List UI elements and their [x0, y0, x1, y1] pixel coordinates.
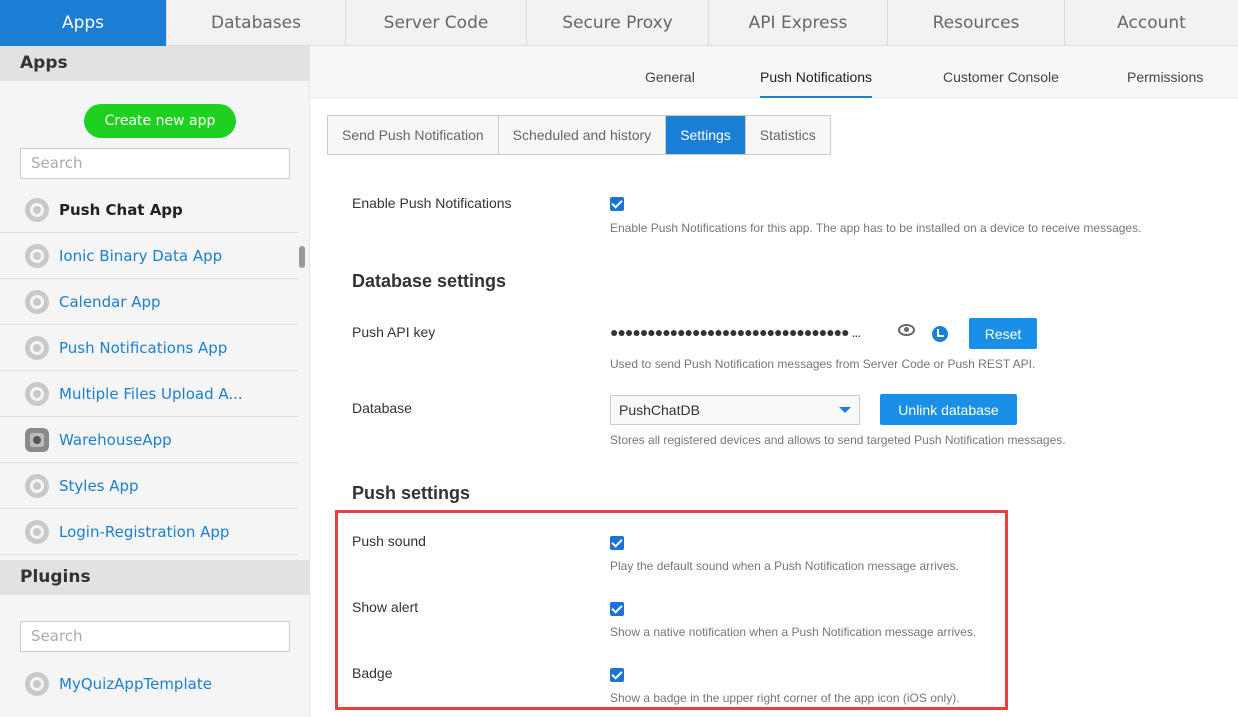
ionic-icon [25, 243, 49, 268]
ionic-icon [25, 519, 49, 544]
app-item-label: Styles App [59, 476, 139, 495]
topnav-tab-resources[interactable]: Resources [888, 0, 1065, 46]
top-navigation: Apps Databases Server Code Secure Proxy … [0, 0, 1238, 46]
topnav-tab-account[interactable]: Account [1065, 0, 1238, 46]
scrollbar-thumb[interactable] [299, 246, 305, 268]
push-api-key-label: Push API key [352, 324, 436, 340]
plugins-heading: Plugins [0, 560, 310, 595]
chevron-down-icon [839, 407, 851, 413]
apps-heading: Apps [0, 46, 310, 81]
app-item-push-notifications-app[interactable]: Push Notifications App [0, 325, 298, 371]
app-item-styles-app[interactable]: Styles App [0, 463, 298, 509]
push-api-key-value: ●●●●●●●●●●●●●●●●●●●●●●●●●●●●●●●● ... [610, 324, 861, 340]
unlink-database-button[interactable]: Unlink database [880, 394, 1017, 425]
database-help: Stores all registered devices and allows… [610, 433, 1066, 447]
plugins-search-input[interactable]: Search [20, 621, 290, 652]
database-select-value: PushChatDB [619, 402, 700, 418]
ionic-icon [25, 197, 49, 222]
subtab-permissions[interactable]: Permissions [1127, 46, 1203, 98]
app-item-calendar-app[interactable]: Calendar App [0, 279, 298, 325]
topnav-tab-databases[interactable]: Databases [167, 0, 346, 46]
sub-navigation: General Push Notifications Customer Cons… [310, 46, 1238, 98]
topnav-tab-secure-proxy[interactable]: Secure Proxy [527, 0, 709, 46]
topnav-tab-server-code[interactable]: Server Code [346, 0, 527, 46]
app-item-login-registration-app[interactable]: Login-Registration App [0, 509, 298, 555]
app-item-ionic-binary-data-app[interactable]: Ionic Binary Data App [0, 233, 298, 279]
subtab-general[interactable]: General [645, 46, 695, 98]
tab-scheduled-and-history[interactable]: Scheduled and history [498, 116, 667, 154]
ionic-icon [25, 289, 49, 314]
app-item-label: Push Chat App [59, 200, 183, 219]
reset-api-key-button[interactable]: Reset [969, 318, 1037, 349]
app-list: Push Chat App Ionic Binary Data App Cale… [0, 187, 298, 555]
app-item-push-chat-app[interactable]: Push Chat App [0, 187, 298, 233]
app-item-label: Login-Registration App [59, 522, 230, 541]
tab-send-push-notification[interactable]: Send Push Notification [328, 116, 499, 154]
app-list-scrollbar[interactable] [298, 187, 306, 557]
ionic-icon [25, 335, 49, 360]
database-label: Database [352, 400, 412, 416]
database-select[interactable]: PushChatDB [610, 395, 860, 425]
ionic-icon [25, 672, 49, 696]
push-tab-group: Send Push Notification Scheduled and his… [327, 115, 831, 155]
app-icon [25, 427, 49, 452]
push-api-key-help: Used to send Push Notification messages … [610, 357, 1036, 371]
topnav-tab-api-express[interactable]: API Express [709, 0, 888, 46]
enable-push-label: Enable Push Notifications [352, 195, 512, 211]
tab-settings[interactable]: Settings [666, 116, 746, 154]
app-item-label: Push Notifications App [59, 338, 228, 357]
eye-icon[interactable] [898, 324, 915, 336]
push-settings-heading: Push settings [352, 483, 471, 503]
apps-search-input[interactable]: Search [20, 148, 290, 179]
enable-push-checkbox[interactable] [610, 197, 624, 211]
app-item-warehouseapp[interactable]: WarehouseApp [0, 417, 298, 463]
refresh-icon[interactable] [932, 326, 948, 342]
ionic-icon [25, 381, 49, 406]
app-item-label: Multiple Files Upload A... [59, 384, 243, 403]
plugin-item-myquizapptemplate[interactable]: MyQuizAppTemplate [0, 661, 298, 707]
subtab-push-notifications[interactable]: Push Notifications [760, 46, 873, 98]
subtab-customer-console[interactable]: Customer Console [943, 46, 1059, 98]
app-item-multiple-files-upload-app[interactable]: Multiple Files Upload A... [0, 371, 298, 417]
tab-statistics[interactable]: Statistics [745, 116, 830, 154]
topnav-tab-apps[interactable]: Apps [0, 0, 167, 46]
database-settings-heading: Database settings [352, 271, 507, 291]
sidebar: Apps Create new app Search Push Chat App… [0, 46, 310, 717]
app-item-label: Ionic Binary Data App [59, 246, 223, 265]
ionic-icon [25, 473, 49, 498]
push-settings-highlight-box [335, 510, 1008, 710]
app-item-label: Calendar App [59, 292, 161, 311]
plugin-item-label: MyQuizAppTemplate [59, 675, 212, 693]
app-item-label: WarehouseApp [59, 430, 172, 449]
enable-push-help: Enable Push Notifications for this app. … [610, 221, 1142, 235]
create-new-app-button[interactable]: Create new app [84, 104, 236, 138]
